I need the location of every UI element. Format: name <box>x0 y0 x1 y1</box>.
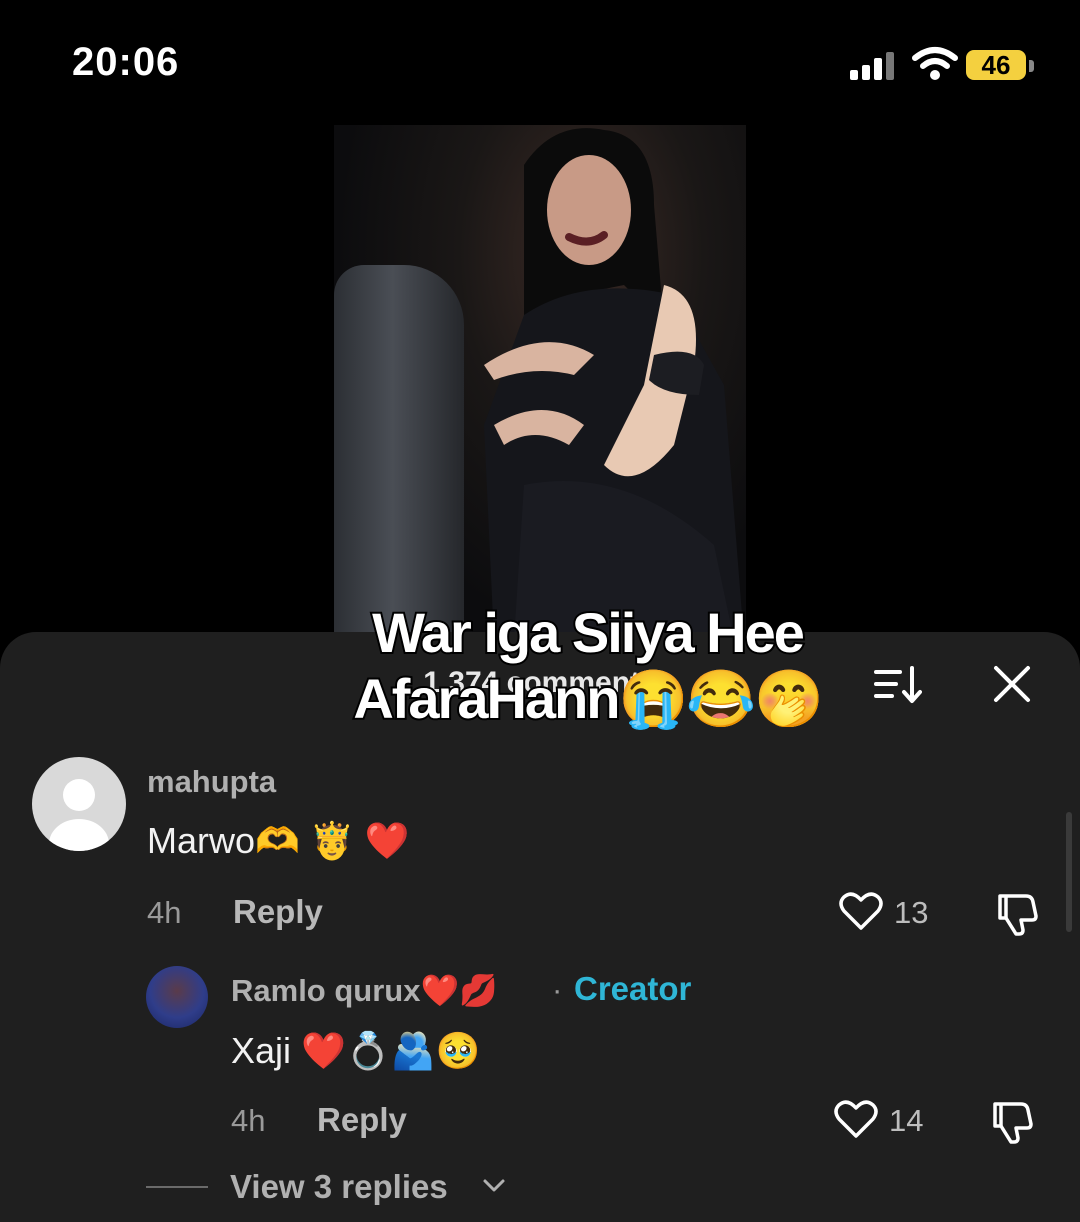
sort-icon[interactable] <box>874 664 922 706</box>
view-replies-divider <box>146 1186 208 1188</box>
video-preview[interactable] <box>334 125 746 640</box>
reply-text: Xaji ❤️💍🫂🥹 <box>231 1030 481 1071</box>
creator-avatar[interactable] <box>146 966 208 1028</box>
comment-text: Marwo🫶 🤴 ❤️ <box>147 820 410 861</box>
reply-button[interactable]: Reply <box>233 893 323 931</box>
chevron-down-icon[interactable] <box>482 1176 506 1196</box>
signal-icon <box>850 50 900 80</box>
dislike-icon[interactable] <box>989 1098 1035 1144</box>
comment-username[interactable]: mahupta <box>147 764 276 800</box>
reply-button[interactable]: Reply <box>317 1101 407 1139</box>
status-time: 20:06 <box>72 40 180 84</box>
like-count: 14 <box>889 1103 924 1138</box>
wifi-icon <box>912 47 958 80</box>
battery-icon: 46 <box>966 50 1026 80</box>
heart-icon[interactable] <box>838 890 884 932</box>
person-image <box>484 128 744 640</box>
reply-time: 4h <box>231 1103 266 1138</box>
caption-line-1: War iga Siiya Hee <box>370 599 807 666</box>
separator-dot: · <box>552 972 563 1007</box>
battery-tip <box>1029 60 1034 72</box>
dislike-icon[interactable] <box>994 890 1040 936</box>
reply-username[interactable]: Ramlo qurux❤️💋 <box>231 972 498 1009</box>
avatar[interactable] <box>32 757 126 851</box>
heart-icon[interactable] <box>833 1098 879 1140</box>
close-icon[interactable] <box>990 662 1034 706</box>
like-count: 13 <box>894 895 929 930</box>
scrollbar[interactable] <box>1066 812 1072 932</box>
view-replies-button[interactable]: View 3 replies <box>230 1168 448 1206</box>
status-bar: 20:06 46 <box>0 0 1080 120</box>
video-caption-overlay: War iga Siiya Hee AfaraHann😭😂🤭 <box>300 599 875 732</box>
creator-badge: Creator <box>574 970 692 1007</box>
caption-line-2: AfaraHann😭😂🤭 <box>351 665 825 732</box>
car-seat-image <box>334 265 464 640</box>
comment-time: 4h <box>147 895 182 930</box>
